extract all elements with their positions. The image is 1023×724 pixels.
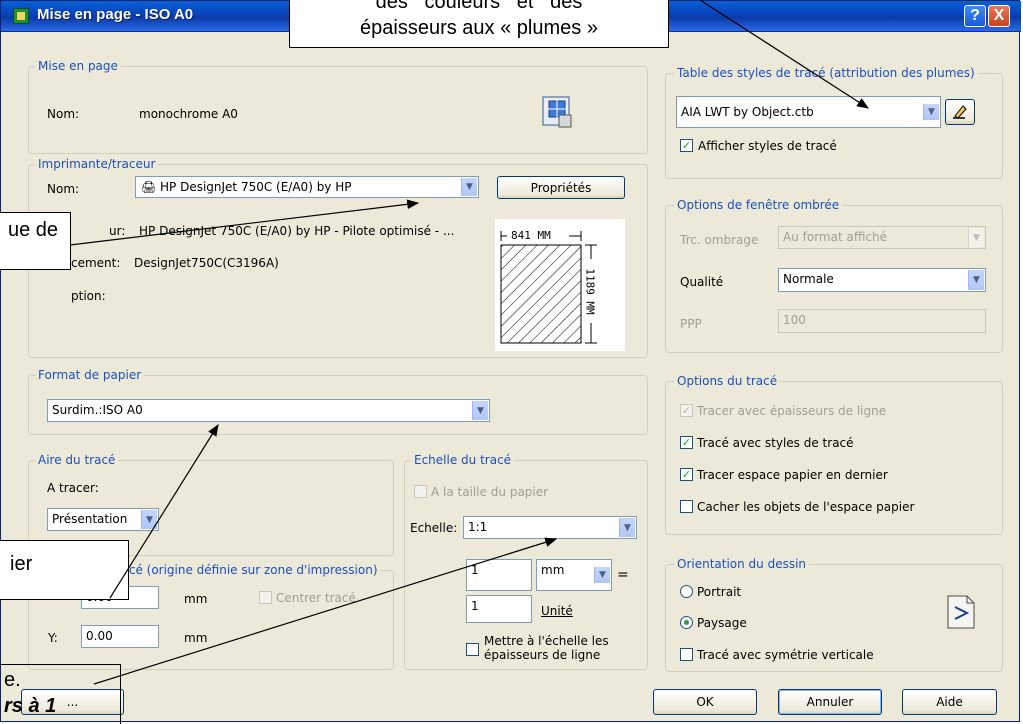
annotation-arrows [69, 0, 870, 685]
arrow-to-style-table [699, 0, 870, 109]
arrow-to-printer [69, 199, 420, 246]
arrow-to-scale [93, 537, 558, 685]
arrow-to-paper-size [109, 423, 219, 599]
